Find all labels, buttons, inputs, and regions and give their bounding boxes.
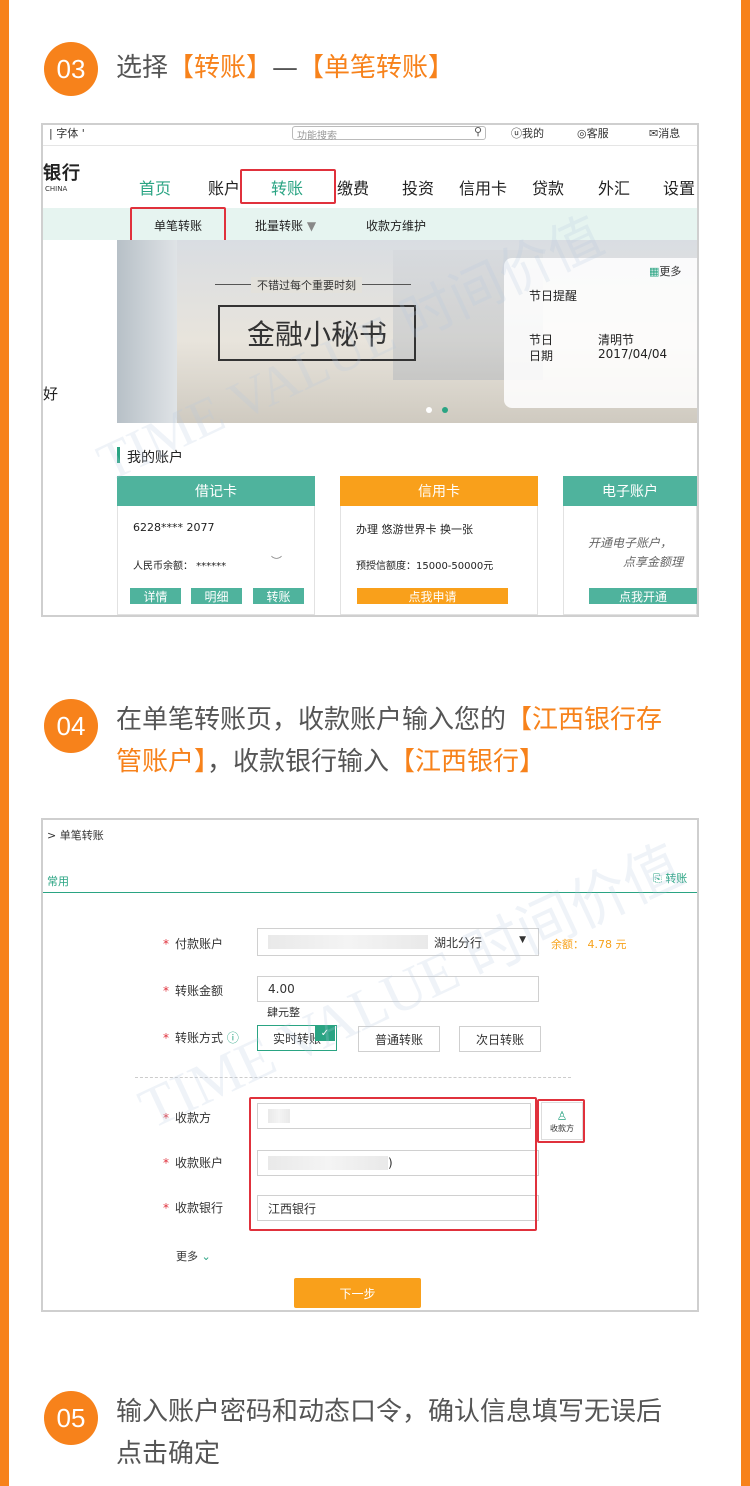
screenshot-transfer-form: > 单笔转账 常用 ⎘ 转账 * 付款账户 湖北分行 ▼ 余额： 4.78 元 *… [41,818,699,1312]
step-instruction: 选择【转账】—【单笔转账】 [116,53,455,83]
payee-account-label: * 收款账户 [163,1156,224,1170]
pay-account-label: * 付款账户 [163,937,224,951]
section-marker [117,447,120,463]
carousel-dot-2[interactable] [442,407,448,413]
debit-transfer-button[interactable]: 转账 [253,588,304,604]
dropdown-arrow-icon: ▼ [519,935,526,945]
highlight-transfer-nav [240,169,336,204]
chevron-down-icon: ⌄ [201,1250,211,1263]
nav-credit-card[interactable]: 信用卡 [459,175,507,199]
subnav-batch-transfer[interactable]: 批量转账 ▼ [255,217,316,234]
search-icon: ⚲ [473,125,482,138]
e-account-line2: 点享金额理 [623,555,684,569]
payee-bank-label: * 收款银行 [163,1201,224,1215]
banner-title: 金融小秘书 [218,305,416,361]
amount-in-words: 肆元整 [267,1006,300,1019]
credit-card-header: 信用卡 [340,476,538,506]
bank-logo-en: CHINA [45,185,68,193]
amount-input[interactable]: 4.00 [257,976,539,1002]
nav-invest[interactable]: 投资 [402,175,434,199]
message-link[interactable]: ✉消息 [649,125,680,141]
tab-common[interactable]: 常用 [47,873,69,889]
step-04: 04 在单笔转账页，收款账户输入您的【江西银行存管账户】，收款银行输入【江西银行… [44,699,676,783]
credit-apply-button[interactable]: 点我申请 [357,588,508,604]
step-number: 04 [44,699,98,753]
nav-loan[interactable]: 贷款 [532,175,564,199]
method-next-day[interactable]: 次日转账 [459,1026,541,1052]
e-account-header: 电子账户 [563,476,697,506]
step-03: 03 选择【转账】—【单笔转账】 [44,42,676,96]
carousel-dot-1[interactable] [426,407,432,413]
credit-card-limit: 预授信额度：15000-50000元 [356,561,494,572]
user-icon: ⓤ [511,127,522,140]
e-account-line1: 开通电子账户， [588,536,673,550]
next-step-button[interactable]: 下一步 [294,1278,421,1308]
tab-right-transfer[interactable]: ⎘ 转账 [653,870,687,886]
step-05: 05 输入账户密码和动态口令，确认信息填写无误后点击确定 [44,1391,676,1475]
tab-underline [43,892,697,893]
step-number: 03 [44,42,98,96]
screenshot-home: | 字体 ' 功能搜索 ⚲ ⓤ我的 ◎客服 ✉消息 银行 CHINA 首页 账户… [41,123,699,617]
greeting: 好 [43,385,59,403]
info-icon[interactable]: ⓘ [227,1031,239,1045]
banner-window-shade [117,240,177,423]
mail-icon: ✉ [649,127,659,140]
eye-closed-icon[interactable]: ︶ [271,553,282,569]
debit-card-header: 借记卡 [117,476,315,506]
payee-label: * 收款方 [163,1111,212,1125]
transfer-doc-icon: ⎘ [653,872,662,885]
reminder-key-date: 日期 [529,349,554,363]
nav-settings[interactable]: 设置 [663,175,695,199]
e-account-open-button[interactable]: 点我开通 [589,588,697,604]
font-setting[interactable]: | 字体 ' [49,125,85,141]
form-divider [135,1077,571,1078]
mine-link[interactable]: ⓤ我的 [511,125,544,141]
function-search-input[interactable]: 功能搜索 ⚲ [292,125,486,142]
left-orange-frame [0,0,9,1486]
nav-home[interactable]: 首页 [139,175,171,199]
debit-detail-button[interactable]: 详情 [130,588,181,604]
reminder-title: 节日提醒 [529,289,578,303]
step-instruction: 在单笔转账页，收款账户输入您的【江西银行存管账户】，收款银行输入【江西银行】 [116,705,663,777]
reminder-value-date: 2017/04/04 [598,347,668,361]
masked-account [268,935,428,949]
subnav-payee-maintenance[interactable]: 收款方维护 [366,217,426,234]
nav-forex[interactable]: 外汇 [598,175,630,199]
checkmark-icon: ✓ [315,1025,335,1041]
more-toggle[interactable]: 更多 ⌄ [176,1248,211,1264]
debit-card-balance: 人民币余额： ****** [133,561,227,572]
method-label: * 转账方式 ⓘ [163,1031,239,1045]
step-instruction: 输入账户密码和动态口令，确认信息填写无误后点击确定 [116,1397,663,1469]
method-normal[interactable]: 普通转账 [358,1026,440,1052]
breadcrumb[interactable]: > 单笔转账 [47,827,104,843]
amount-label: * 转账金额 [163,984,224,998]
highlight-single-transfer [130,207,226,242]
highlight-payee-book [537,1099,585,1143]
reminder-key-holiday: 节日 [529,333,554,347]
nav-payment[interactable]: 缴费 [337,175,369,199]
reminder-value-holiday: 清明节 [598,333,635,347]
debit-statement-button[interactable]: 明细 [191,588,242,604]
right-orange-frame [741,0,750,1486]
nav-account[interactable]: 账户 [208,175,240,199]
balance-text: 余额： 4.78 元 [551,938,627,951]
debit-card-number: 6228**** 2077 [133,521,215,534]
highlight-payee-fields [249,1097,537,1231]
reminder-more[interactable]: ▦更多 [649,263,681,279]
my-accounts-title: 我的账户 [127,450,183,466]
service-link[interactable]: ◎客服 [577,125,609,141]
headset-icon: ◎ [577,127,587,140]
banner-tagline: 不错过每个重要时刻 [251,277,362,293]
pay-account-select[interactable]: 湖北分行 ▼ [257,928,539,956]
dropdown-arrow-icon: ▼ [306,219,317,233]
bank-logo: 银行 [43,163,81,184]
calendar-icon: ▦ [649,265,660,278]
step-number: 05 [44,1391,98,1445]
credit-card-offer: 办理 悠游世界卡 换一张 [356,523,473,536]
